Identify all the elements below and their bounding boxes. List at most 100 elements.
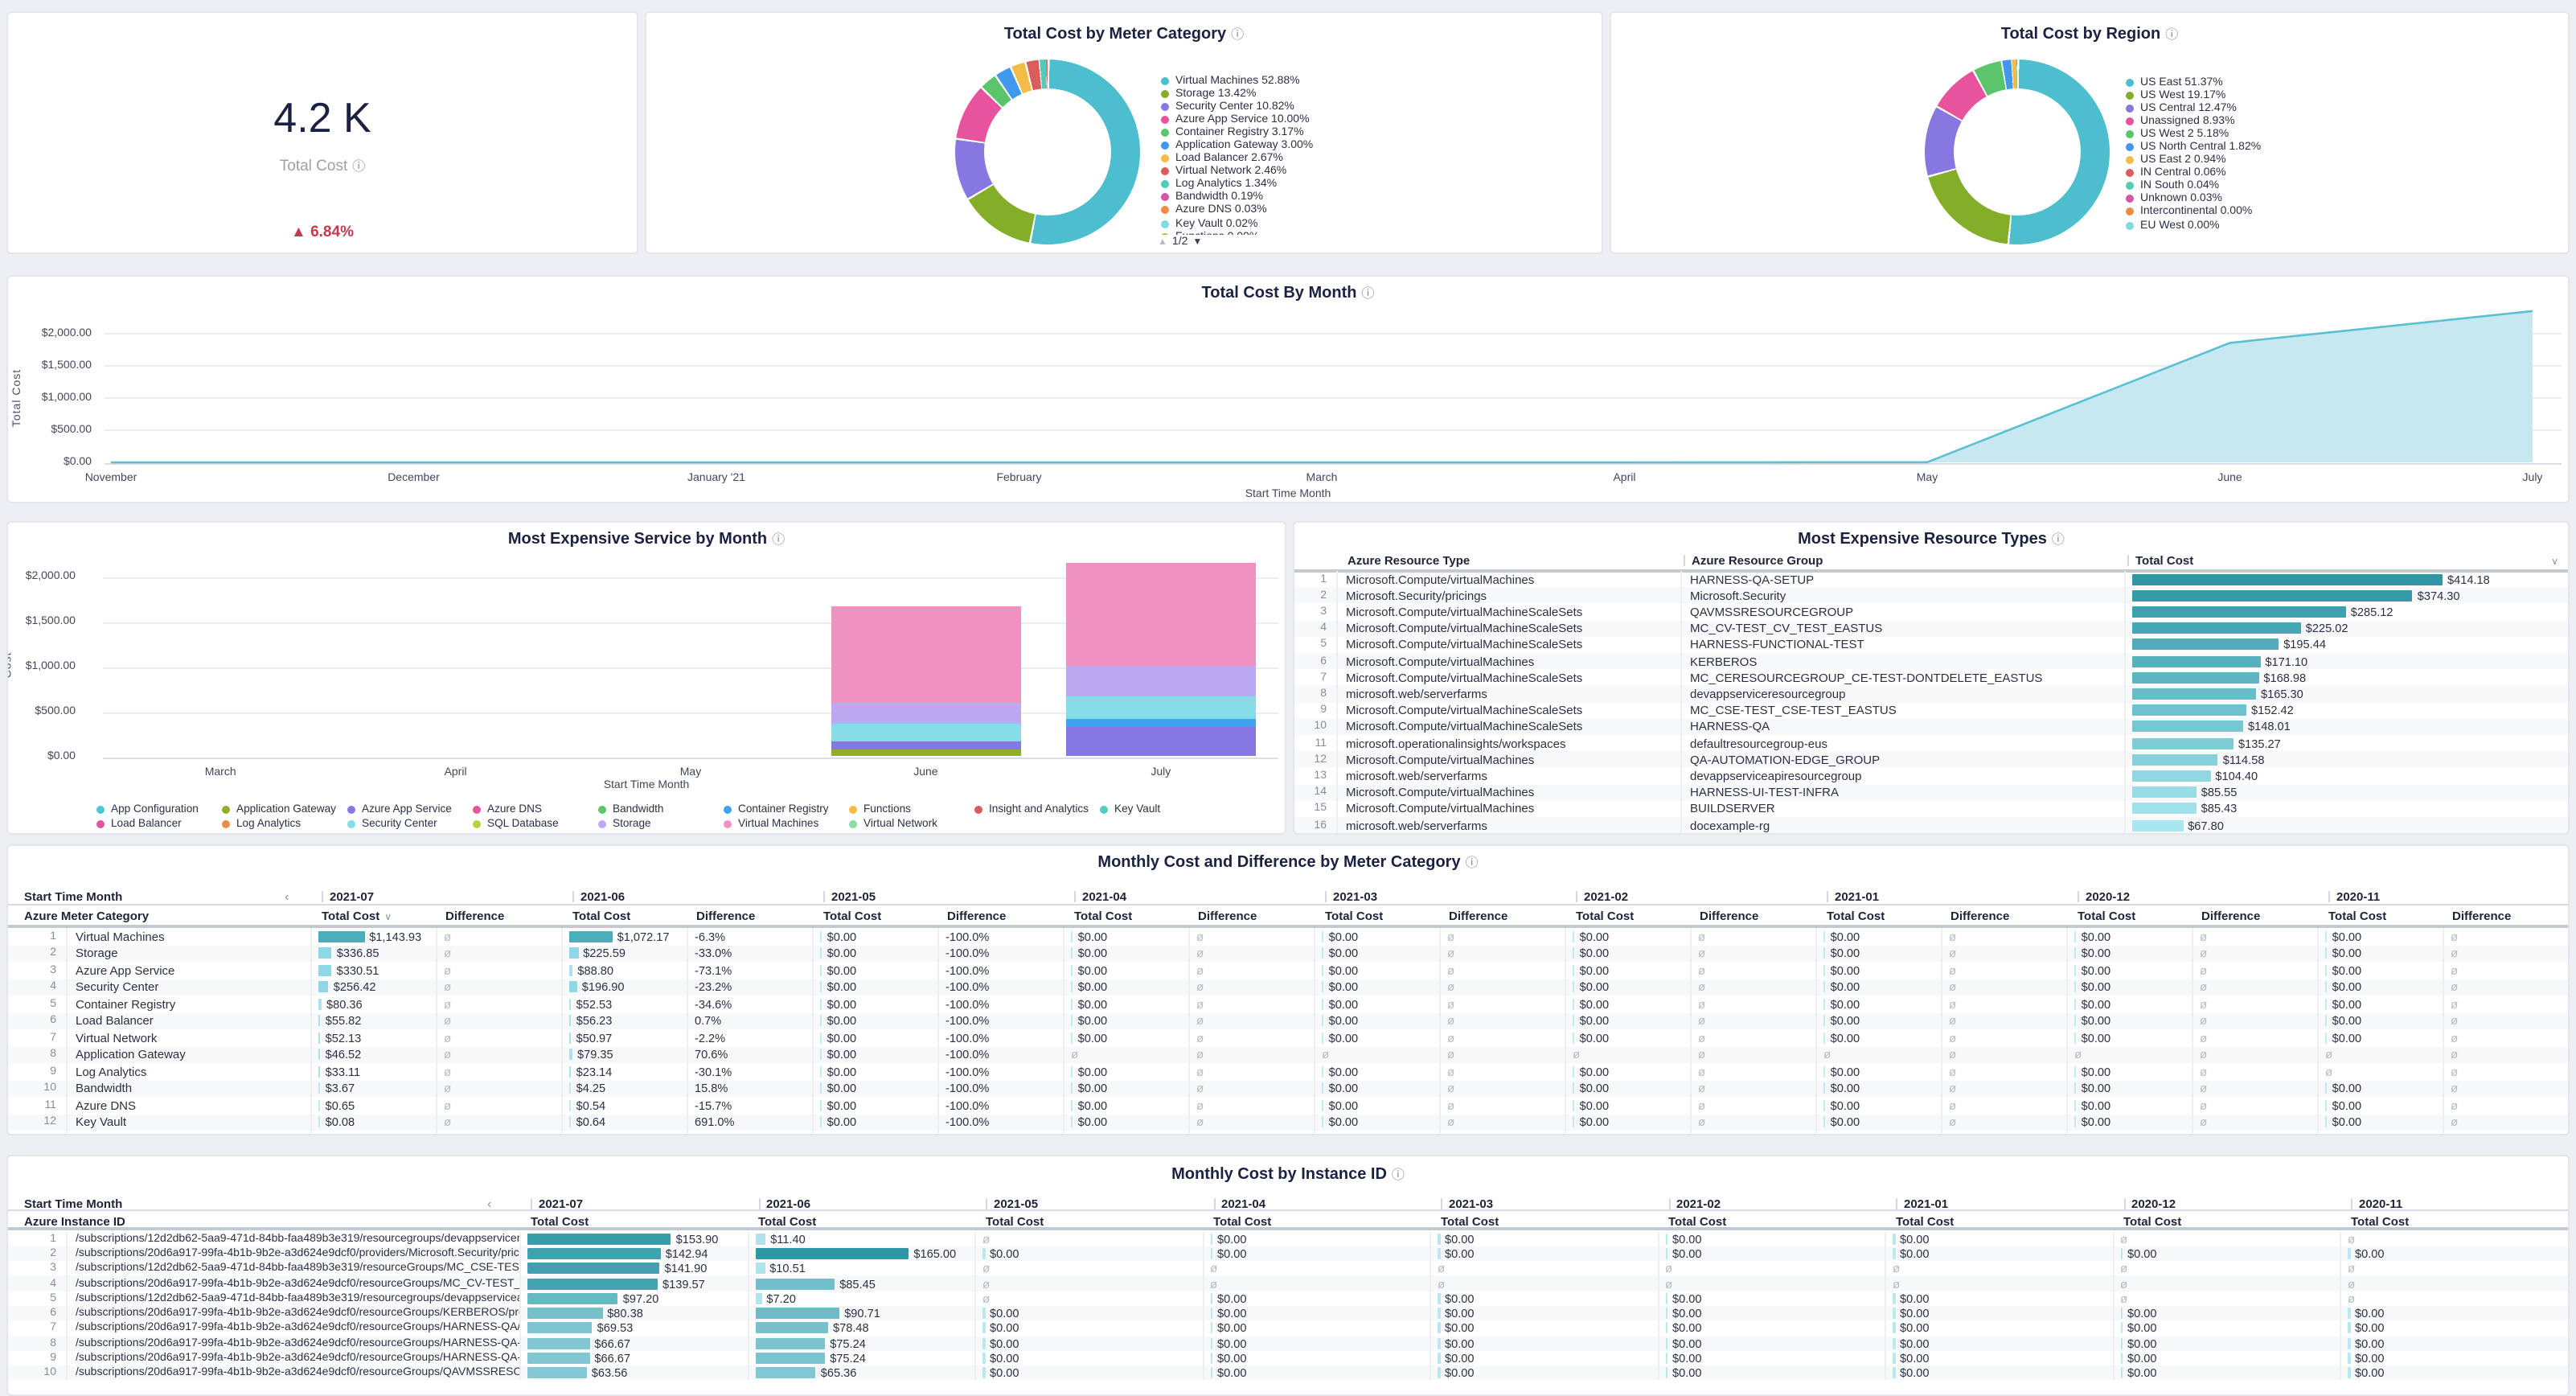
table-row[interactable]: 13microsoft.web/serverfarmsdevappservice… [1294, 768, 2570, 784]
table-row[interactable]: 2/subscriptions/20d6a917-99fa-4b1b-9b2e-… [8, 1246, 2570, 1262]
chevron-down-icon[interactable]: ∨ [2551, 556, 2558, 568]
legend-item[interactable]: IN South 0.04% [2126, 180, 2560, 193]
table-row[interactable]: 2Storage$336.85ø$225.59-33.0%$0.00-100.0… [8, 945, 2570, 962]
column-header-group[interactable]: Azure Resource Group [1684, 553, 1823, 568]
legend-item[interactable]: Azure App Service 10.00% [1161, 113, 1579, 126]
table-row[interactable]: 3/subscriptions/12d2db62-5aa9-471d-84bb-… [8, 1261, 2570, 1276]
table-row[interactable]: 10Bandwidth$3.67ø$4.2515.8%$0.00-100.0%$… [8, 1080, 2570, 1097]
legend-item[interactable]: US West 19.17% [2126, 88, 2560, 101]
subcol-difference[interactable]: Difference [1700, 909, 1758, 923]
table-row[interactable]: 2Microsoft.Security/pricingsMicrosoft.Se… [1294, 587, 2570, 603]
legend-item[interactable]: Azure App Service [347, 803, 452, 815]
legend-item[interactable]: Storage 13.42% [1161, 87, 1579, 100]
legend-item[interactable]: Application Gateway 3.00% [1161, 139, 1579, 152]
legend-item[interactable]: Container Registry [724, 803, 829, 815]
table-row[interactable]: 7Microsoft.Compute/virtualMachineScaleSe… [1294, 669, 2570, 685]
legend-item[interactable]: Unassigned 8.93% [2126, 115, 2560, 128]
legend-item[interactable]: Insight and Analytics [974, 803, 1089, 815]
table-row[interactable]: 8/subscriptions/20d6a917-99fa-4b1b-9b2e-… [8, 1336, 2570, 1351]
table-row[interactable]: 1/subscriptions/12d2db62-5aa9-471d-84bb-… [8, 1231, 2570, 1246]
legend-item[interactable]: US East 2 0.94% [2126, 154, 2560, 166]
table-row[interactable]: 8microsoft.web/serverfarmsdevappservicer… [1294, 686, 2570, 702]
legend-item[interactable]: Key Vault [1100, 803, 1160, 815]
table-row[interactable]: 6Load Balancer$55.82ø$56.230.7%$0.00-100… [8, 1012, 2570, 1029]
info-icon[interactable]: ⓘ [352, 159, 365, 174]
pager-up-icon[interactable]: ▲ [1158, 237, 1167, 247]
chevron-left-icon[interactable]: ‹ [285, 889, 289, 904]
legend-item[interactable]: US North Central 1.82% [2126, 141, 2560, 154]
table-row[interactable]: 11Azure DNS$0.65ø$0.54-15.7%$0.00-100.0%… [8, 1097, 2570, 1114]
subcol-difference[interactable]: Difference [445, 909, 504, 923]
table-row[interactable]: 12Key Vault$0.08ø$0.64691.0%$0.00-100.0%… [8, 1114, 2570, 1131]
table-row[interactable]: 5Container Registry$80.36ø$52.53-34.6%$0… [8, 996, 2570, 1012]
legend-item[interactable]: Load Balancer 2.67% [1161, 152, 1579, 165]
column-header-type[interactable]: Azure Resource Type [1347, 553, 1470, 568]
legend-item[interactable]: Load Balancer [96, 818, 182, 831]
table-row[interactable]: 11microsoft.operationalinsights/workspac… [1294, 735, 2570, 751]
subcol-difference[interactable]: Difference [696, 909, 755, 923]
table-row[interactable]: 15Microsoft.Compute/virtualMachinesBUILD… [1294, 801, 2570, 817]
table-row[interactable]: 3Azure App Service$330.51ø$88.80-73.1%$0… [8, 962, 2570, 979]
info-icon[interactable]: ⓘ [1466, 856, 1479, 870]
subcol-total-cost[interactable]: Total Cost [2328, 909, 2386, 923]
legend-item[interactable]: Unknown 0.03% [2126, 193, 2560, 206]
table-row[interactable]: 5Microsoft.Compute/virtualMachineScaleSe… [1294, 637, 2570, 653]
table-row[interactable]: 10Microsoft.Compute/virtualMachineScaleS… [1294, 719, 2570, 735]
chevron-down-icon[interactable]: ∨ [384, 914, 392, 923]
table-row[interactable]: 7/subscriptions/20d6a917-99fa-4b1b-9b2e-… [8, 1321, 2570, 1336]
subcol-total-cost[interactable]: Total Cost [1074, 909, 1132, 923]
info-icon[interactable]: ⓘ [2165, 27, 2178, 42]
subcol-difference[interactable]: Difference [1950, 909, 2009, 923]
table-row[interactable]: 1Microsoft.Compute/virtualMachinesHARNES… [1294, 571, 2570, 587]
subcol-difference[interactable]: Difference [1198, 909, 1257, 923]
region-donut-chart[interactable] [1925, 60, 2110, 244]
legend-item[interactable]: US Central 12.47% [2126, 101, 2560, 114]
subcol-total-cost[interactable]: Total Cost [823, 909, 881, 923]
subcol-total-cost[interactable]: Total Cost [2078, 909, 2135, 923]
subcol-total-cost[interactable]: Total Cost [1576, 909, 1634, 923]
legend-item[interactable]: Security Center [347, 818, 437, 831]
table-row[interactable]: 16microsoft.web/serverfarmsdocexample-rg… [1294, 817, 2570, 833]
table-row[interactable]: 9Log Analytics$33.11ø$23.14-30.1%$0.00-1… [8, 1063, 2570, 1080]
table-row[interactable]: 5/subscriptions/12d2db62-5aa9-471d-84bb-… [8, 1291, 2570, 1306]
legend-item[interactable]: Virtual Network 2.46% [1161, 165, 1579, 178]
table-row[interactable]: 1Virtual Machines$1,143.93ø$1,072.17-6.3… [8, 928, 2570, 945]
subcol-total-cost[interactable]: Total Cost [1827, 909, 1885, 923]
table-row[interactable]: 3Microsoft.Compute/virtualMachineScaleSe… [1294, 604, 2570, 620]
column-header-cost[interactable]: Total Cost [2127, 553, 2193, 568]
subcol-difference[interactable]: Difference [1449, 909, 1507, 923]
table-row[interactable]: 4Security Center$256.42ø$196.90-23.2%$0.… [8, 979, 2570, 996]
table-row[interactable]: 4Microsoft.Compute/virtualMachineScaleSe… [1294, 620, 2570, 636]
legend-item[interactable]: Intercontinental 0.00% [2126, 206, 2560, 219]
legend-item[interactable]: Azure DNS 0.03% [1161, 204, 1579, 217]
table-row[interactable]: 14Microsoft.Compute/virtualMachinesHARNE… [1294, 784, 2570, 800]
legend-item[interactable]: SQL Database [473, 818, 559, 831]
table-row[interactable]: 6/subscriptions/20d6a917-99fa-4b1b-9b2e-… [8, 1306, 2570, 1321]
legend-item[interactable]: Key Vault 0.02% [1161, 217, 1579, 230]
legend-item[interactable]: Application Gateway [222, 803, 336, 815]
legend-item[interactable]: Virtual Machines 52.88% [1161, 74, 1579, 87]
subcol-difference[interactable]: Difference [947, 909, 1006, 923]
subcol-total-cost[interactable]: Total Cost∨ [322, 909, 392, 923]
subcol-total-cost[interactable]: Total Cost [572, 909, 630, 923]
legend-item[interactable]: Bandwidth [598, 803, 664, 815]
legend-item[interactable]: Security Center 10.82% [1161, 100, 1579, 113]
subcol-difference[interactable]: Difference [2452, 909, 2511, 923]
table-row[interactable]: 12Microsoft.Compute/virtualMachinesQA-AU… [1294, 751, 2570, 767]
table-row[interactable]: 9Microsoft.Compute/virtualMachineScaleSe… [1294, 702, 2570, 718]
legend-item[interactable]: IN Central 0.06% [2126, 166, 2560, 179]
legend-item[interactable]: Log Analytics [222, 818, 301, 831]
table-row[interactable]: 6Microsoft.Compute/virtualMachinesKERBER… [1294, 653, 2570, 669]
legend-item[interactable]: US West 2 5.18% [2126, 128, 2560, 141]
legend-item[interactable]: EU West 0.00% [2126, 219, 2560, 232]
legend-item[interactable]: Container Registry 3.17% [1161, 126, 1579, 139]
legend-item[interactable]: US East 51.37% [2126, 76, 2560, 88]
row-header[interactable]: Azure Meter Category [24, 909, 149, 923]
meter-donut-chart[interactable] [955, 60, 1140, 244]
legend-item[interactable]: Bandwidth 0.19% [1161, 191, 1579, 204]
pager-down-icon[interactable]: ▼ [1192, 237, 1202, 247]
legend-item[interactable]: App Configuration [96, 803, 199, 815]
area-chart[interactable]: $0.00$500.00$1,000.00$1,500.00$2,000.00N… [8, 277, 2568, 502]
legend-item[interactable]: Log Analytics 1.34% [1161, 179, 1579, 191]
table-row[interactable]: 4/subscriptions/20d6a917-99fa-4b1b-9b2e-… [8, 1276, 2570, 1291]
